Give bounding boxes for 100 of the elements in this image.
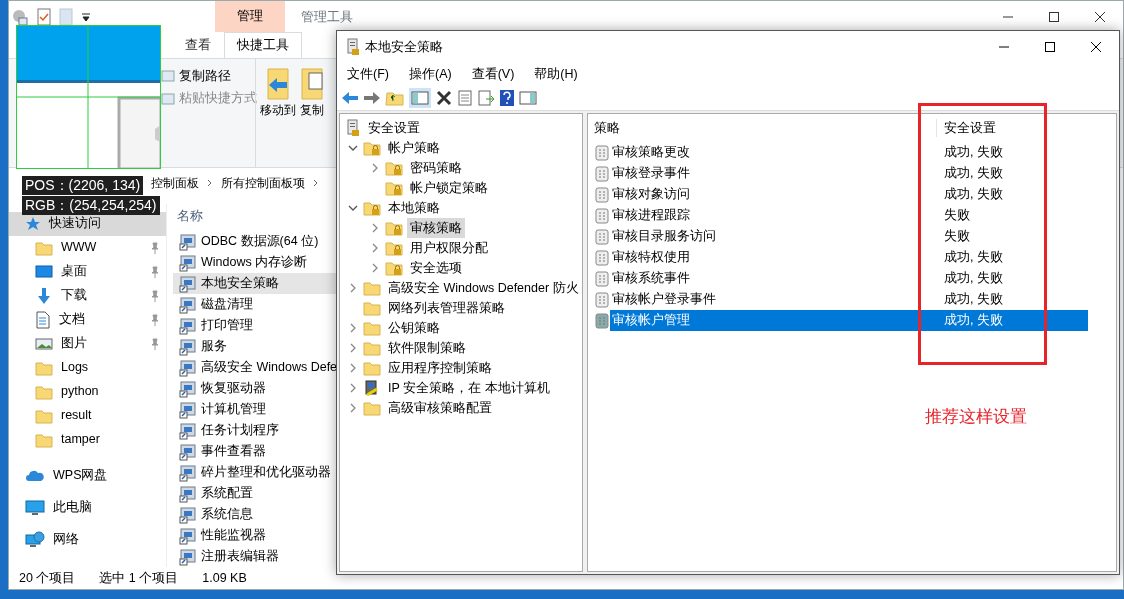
menu-item[interactable]: 操作(A) bbox=[398, 64, 462, 84]
list-cell[interactable]: 审核策略更改 bbox=[610, 142, 936, 163]
file-item[interactable]: 磁盘清理 bbox=[173, 294, 339, 316]
list-cell[interactable]: 成功, 失败 bbox=[936, 268, 1088, 289]
list-cell[interactable]: 成功, 失败 bbox=[936, 289, 1088, 310]
nav-item[interactable]: result bbox=[9, 403, 166, 428]
folder-icon bbox=[363, 280, 381, 296]
shortcut-icon bbox=[179, 442, 197, 461]
list-cell[interactable]: 失败 bbox=[936, 226, 1088, 247]
list-cell[interactable]: 审核特权使用 bbox=[610, 247, 936, 268]
nav-item[interactable]: Logs bbox=[9, 355, 166, 380]
tree-item[interactable]: 用户权限分配 bbox=[407, 237, 491, 259]
file-item[interactable]: 打印管理 bbox=[173, 315, 339, 337]
policy-icon bbox=[594, 291, 610, 308]
locked-folder-icon bbox=[385, 240, 403, 256]
tree-item[interactable]: 密码策略 bbox=[407, 157, 465, 179]
ribbon-tab[interactable]: 快捷工具 bbox=[224, 31, 302, 58]
nav-item[interactable]: 桌面 bbox=[9, 259, 166, 284]
tree-item[interactable]: 应用程序控制策略 bbox=[385, 357, 495, 379]
tree-item[interactable]: 高级安全 Windows Defender 防火 bbox=[385, 277, 582, 299]
nav-item[interactable]: 此电脑 bbox=[9, 495, 166, 520]
list-cell[interactable]: 审核帐户管理 bbox=[610, 310, 936, 331]
breadcrumb-item[interactable]: 所有控制面板项 bbox=[221, 173, 305, 192]
tree-item[interactable]: 安全设置 bbox=[365, 117, 423, 139]
checklist-icon[interactable] bbox=[37, 7, 51, 26]
delete-icon[interactable] bbox=[435, 88, 453, 107]
file-item[interactable]: 本地安全策略 bbox=[173, 273, 339, 295]
forward-icon[interactable] bbox=[363, 89, 381, 106]
column-header[interactable]: 策略 bbox=[588, 118, 936, 138]
annotation-text: 推荐这样设置 bbox=[925, 405, 1027, 428]
list-cell[interactable]: 成功, 失败 bbox=[936, 184, 1088, 205]
list-cell[interactable]: 审核帐户登录事件 bbox=[610, 289, 936, 310]
nav-item[interactable]: 网络 bbox=[9, 527, 166, 552]
customize-icon[interactable] bbox=[81, 11, 91, 22]
file-item[interactable]: 事件查看器 bbox=[173, 441, 339, 463]
tree-item[interactable]: 软件限制策略 bbox=[385, 337, 469, 359]
menu-item[interactable]: 帮助(H) bbox=[524, 64, 588, 84]
nav-item[interactable]: 下载 bbox=[9, 283, 166, 308]
file-item[interactable]: 恢复驱动器 bbox=[173, 378, 339, 400]
ribbon-button[interactable]: 移动到 bbox=[260, 66, 296, 168]
nav-item[interactable]: WWW bbox=[9, 235, 166, 260]
locked-folder-icon bbox=[385, 160, 403, 176]
file-item[interactable]: 计算机管理 bbox=[173, 399, 339, 421]
tree-item[interactable]: 本地策略 bbox=[385, 197, 443, 219]
back-icon[interactable] bbox=[341, 89, 359, 106]
tree-item[interactable]: 高级审核策略配置 bbox=[385, 397, 495, 419]
file-item[interactable]: 碎片整理和优化驱动器 bbox=[173, 462, 339, 484]
file-item[interactable]: 任务计划程序 bbox=[173, 420, 339, 442]
ribbon-tab[interactable]: 查看 bbox=[172, 31, 224, 58]
ribbon-button[interactable]: 复制路径 bbox=[161, 66, 255, 86]
export-icon[interactable] bbox=[477, 88, 495, 107]
breadcrumb-item[interactable]: 控制面板 bbox=[151, 173, 199, 192]
folder-icon bbox=[35, 359, 53, 376]
column-header[interactable]: 名称 bbox=[173, 203, 339, 232]
nav-item[interactable]: python bbox=[9, 379, 166, 404]
help-icon[interactable] bbox=[499, 88, 515, 107]
tree-item[interactable]: IP 安全策略，在 本地计算机 bbox=[385, 377, 553, 399]
list-cell[interactable]: 审核目录服务访问 bbox=[610, 226, 936, 247]
file-item[interactable]: Windows 内存诊断 bbox=[173, 252, 339, 274]
ribbon-button[interactable]: 复制 bbox=[300, 66, 324, 168]
locked-folder-icon bbox=[385, 180, 403, 196]
file-item[interactable]: 系统信息 bbox=[173, 504, 339, 526]
nav-item[interactable]: 图片 bbox=[9, 331, 166, 356]
policy-icon bbox=[594, 165, 610, 182]
list-cell[interactable]: 成功, 失败 bbox=[936, 163, 1088, 184]
list-cell[interactable]: 成功, 失败 bbox=[936, 142, 1088, 163]
shortcut-icon bbox=[179, 295, 197, 314]
nav-item[interactable]: tamper bbox=[9, 427, 166, 452]
tree-item[interactable]: 公钥策略 bbox=[385, 317, 443, 339]
nav-item[interactable]: WPS网盘 bbox=[9, 463, 166, 488]
tree-item[interactable]: 安全选项 bbox=[407, 257, 465, 279]
tree-item[interactable]: 帐户锁定策略 bbox=[407, 177, 491, 199]
shortcut-icon bbox=[179, 232, 197, 251]
download-icon bbox=[35, 286, 53, 305]
policy-icon bbox=[594, 207, 610, 224]
column-header[interactable]: 安全设置 bbox=[936, 118, 1086, 138]
file-item[interactable]: 性能监视器 bbox=[173, 525, 339, 547]
list-cell[interactable]: 审核系统事件 bbox=[610, 268, 936, 289]
nav-item[interactable]: 文档 bbox=[9, 307, 166, 332]
folder-icon bbox=[35, 239, 53, 256]
file-item[interactable]: 高级安全 Windows Defe bbox=[173, 357, 339, 379]
file-item[interactable]: 系统配置 bbox=[173, 483, 339, 505]
paste-shortcut-icon bbox=[161, 91, 175, 106]
new-folder-icon[interactable] bbox=[59, 7, 73, 26]
tree-item[interactable]: 审核策略 bbox=[407, 217, 465, 239]
list-cell[interactable]: 成功, 失败 bbox=[936, 247, 1088, 268]
list-cell[interactable]: 成功, 失败 bbox=[936, 310, 1088, 331]
menu-item[interactable]: 查看(V) bbox=[461, 64, 525, 84]
file-item[interactable]: 服务 bbox=[173, 336, 339, 358]
menu-item[interactable]: 文件(F) bbox=[337, 64, 399, 84]
tree-item[interactable]: 帐户策略 bbox=[385, 137, 443, 159]
network-icon bbox=[25, 530, 45, 549]
list-cell[interactable]: 审核对象访问 bbox=[610, 184, 936, 205]
properties-icon[interactable] bbox=[11, 7, 29, 26]
list-cell[interactable]: 失败 bbox=[936, 205, 1088, 226]
file-item[interactable]: ODBC 数据源(64 位) bbox=[173, 231, 339, 253]
list-cell[interactable]: 审核进程跟踪 bbox=[610, 205, 936, 226]
tree-item[interactable]: 网络列表管理器策略 bbox=[385, 297, 508, 319]
list-cell[interactable]: 审核登录事件 bbox=[610, 163, 936, 184]
file-item[interactable]: 注册表编辑器 bbox=[173, 546, 339, 568]
